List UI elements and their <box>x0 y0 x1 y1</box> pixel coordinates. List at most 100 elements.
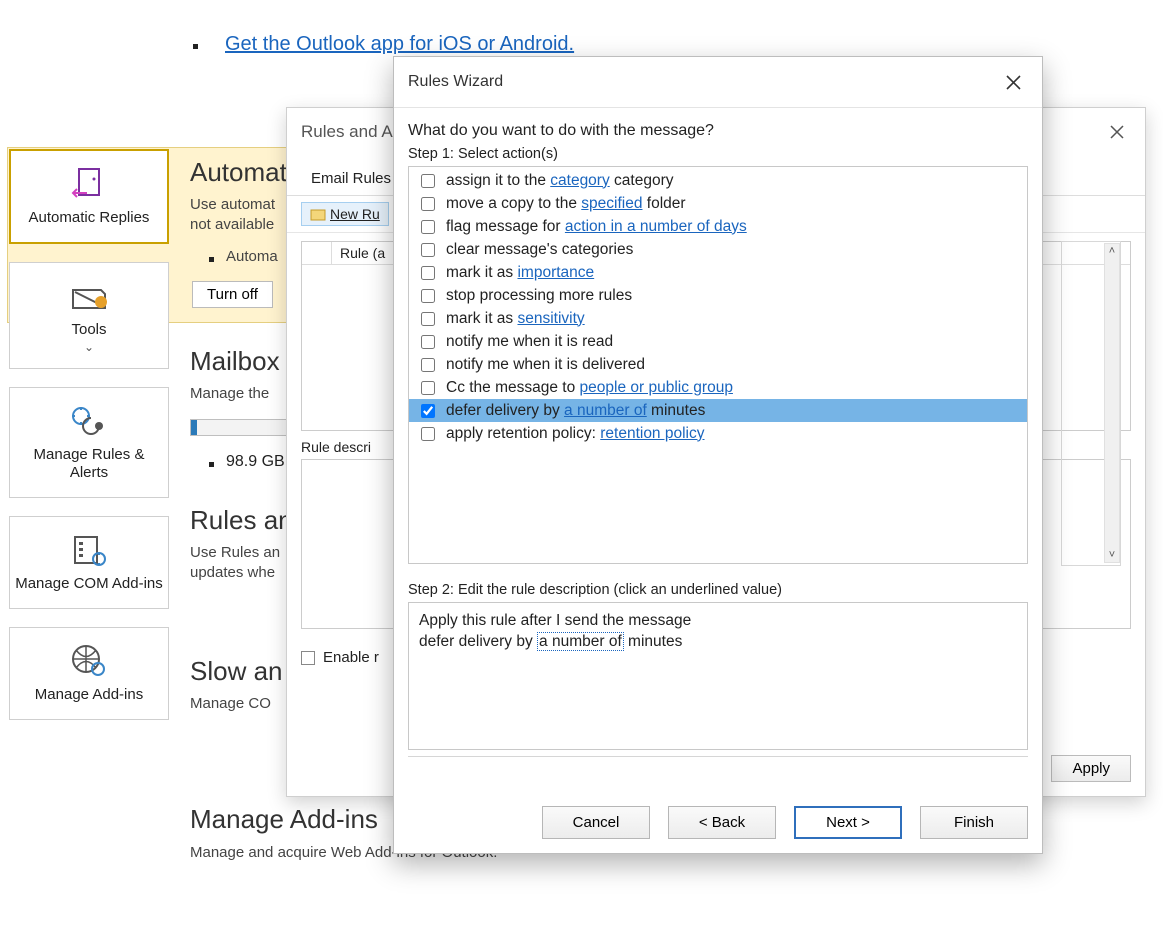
action-link[interactable]: specified <box>581 195 642 212</box>
action-checkbox[interactable] <box>421 220 435 234</box>
section-heading-addins: Manage Add-ins <box>190 804 378 835</box>
card-tools[interactable]: Tools ⌄ <box>9 262 169 369</box>
folder-icon <box>310 207 326 221</box>
action-checkbox[interactable] <box>421 358 435 372</box>
enable-label: Enable r <box>323 649 379 666</box>
action-text: notify me when it is read <box>446 333 613 351</box>
finish-button[interactable]: Finish <box>920 806 1028 839</box>
action-checkbox[interactable] <box>421 243 435 257</box>
action-checkbox[interactable] <box>421 427 435 441</box>
action-text: mark it as importance <box>446 264 594 282</box>
action-row-6[interactable]: mark it as sensitivity <box>409 307 1027 330</box>
col-checkbox <box>302 242 332 264</box>
action-checkbox[interactable] <box>421 197 435 211</box>
close-icon[interactable] <box>998 67 1028 97</box>
action-link[interactable]: people or public group <box>580 379 733 396</box>
card-manage-com[interactable]: Manage COM Add-ins <box>9 516 169 609</box>
card-label: Manage COM Add-ins <box>14 575 164 594</box>
action-row-1[interactable]: move a copy to the specified folder <box>409 192 1027 215</box>
next-button[interactable]: Next > <box>794 806 902 839</box>
automatic-replies-icon <box>15 165 163 203</box>
action-checkbox[interactable] <box>421 404 435 418</box>
rules-wizard-window: Rules Wizard What do you want to do with… <box>393 56 1043 854</box>
bullet-icon <box>209 257 214 262</box>
outlook-app-link[interactable]: Get the Outlook app for iOS or Android. <box>225 33 574 56</box>
manage-rules-icon <box>14 402 164 440</box>
section-heading-mailbox: Mailbox <box>190 346 280 377</box>
action-row-2[interactable]: flag message for action in a number of d… <box>409 215 1027 238</box>
action-checkbox[interactable] <box>421 381 435 395</box>
action-text: clear message's categories <box>446 241 633 259</box>
action-row-0[interactable]: assign it to the category category <box>409 169 1027 192</box>
bullet-icon <box>193 44 198 49</box>
enable-checkbox[interactable] <box>301 651 315 665</box>
step2-label: Step 2: Edit the rule description (click… <box>408 582 1028 598</box>
close-icon[interactable] <box>1103 118 1131 146</box>
scrollbar[interactable]: ˄ ˅ <box>1104 243 1120 563</box>
action-text: Cc the message to people or public group <box>446 379 733 397</box>
action-link[interactable]: retention policy <box>600 425 704 442</box>
action-row-3[interactable]: clear message's categories <box>409 238 1027 261</box>
action-text: stop processing more rules <box>446 287 632 305</box>
action-row-10[interactable]: defer delivery by a number of minutes <box>409 399 1027 422</box>
action-text: defer delivery by a number of minutes <box>446 402 705 420</box>
manage-addins-icon <box>14 642 164 680</box>
tab-email-rules[interactable]: Email Rules <box>301 164 401 195</box>
cancel-button[interactable]: Cancel <box>542 806 650 839</box>
action-link[interactable]: a number of <box>564 402 647 419</box>
action-checkbox[interactable] <box>421 312 435 326</box>
actions-list[interactable]: assign it to the category category move a… <box>408 166 1028 564</box>
action-checkbox[interactable] <box>421 174 435 188</box>
section-desc: Manage the <box>190 384 269 404</box>
card-automatic-replies[interactable]: Automatic Replies <box>9 149 169 244</box>
apply-button[interactable]: Apply <box>1051 755 1131 782</box>
wizard-question: What do you want to do with the message? <box>408 122 1028 140</box>
new-rule-button[interactable]: New Ru <box>301 202 389 226</box>
section-desc: Manage CO <box>190 694 271 714</box>
desc-link-number[interactable]: a number of <box>537 632 624 651</box>
action-row-4[interactable]: mark it as importance <box>409 261 1027 284</box>
section-heading-slow: Slow an <box>190 656 283 687</box>
card-label: Automatic Replies <box>15 209 163 228</box>
action-checkbox[interactable] <box>421 335 435 349</box>
action-row-11[interactable]: apply retention policy: retention policy <box>409 422 1027 445</box>
back-button[interactable]: < Back <box>668 806 776 839</box>
action-text: apply retention policy: retention policy <box>446 425 705 443</box>
action-text: assign it to the category category <box>446 172 673 190</box>
scroll-up-icon[interactable]: ˄ <box>1105 244 1119 258</box>
tools-icon <box>14 277 164 315</box>
action-text: move a copy to the specified folder <box>446 195 686 213</box>
action-link[interactable]: importance <box>517 264 594 281</box>
chevron-down-icon: ⌄ <box>14 340 164 354</box>
action-link[interactable]: action in a number of days <box>565 218 747 235</box>
action-row-7[interactable]: notify me when it is read <box>409 330 1027 353</box>
section-desc: Use Rules anupdates whe <box>190 543 280 584</box>
wizard-title: Rules Wizard <box>408 73 503 91</box>
card-label: Manage Rules & Alerts <box>14 446 164 484</box>
section-heading-auto: Automat <box>190 157 287 188</box>
auto-bullet-text: Automa <box>226 247 278 267</box>
rules-alerts-title: Rules and A <box>301 122 393 142</box>
bullet-icon <box>209 462 214 467</box>
turn-off-button[interactable]: Turn off <box>192 281 273 308</box>
scroll-down-icon[interactable]: ˅ <box>1105 548 1119 562</box>
action-link[interactable]: category <box>550 172 609 189</box>
action-row-5[interactable]: stop processing more rules <box>409 284 1027 307</box>
section-heading-rules: Rules an <box>190 505 293 536</box>
action-row-9[interactable]: Cc the message to people or public group <box>409 376 1027 399</box>
manage-com-icon <box>14 531 164 569</box>
desc-line-2: defer delivery by a number of minutes <box>419 632 1017 653</box>
storage-text: 98.9 GB <box>226 453 285 471</box>
action-row-8[interactable]: notify me when it is delivered <box>409 353 1027 376</box>
action-checkbox[interactable] <box>421 289 435 303</box>
rule-description-editor[interactable]: Apply this rule after I send the message… <box>408 602 1028 750</box>
card-manage-addins[interactable]: Manage Add-ins <box>9 627 169 720</box>
action-text: notify me when it is delivered <box>446 356 645 374</box>
card-manage-rules[interactable]: Manage Rules & Alerts <box>9 387 169 499</box>
action-link[interactable]: sensitivity <box>517 310 584 327</box>
action-checkbox[interactable] <box>421 266 435 280</box>
step1-label: Step 1: Select action(s) <box>408 146 1028 162</box>
card-label: Tools <box>14 321 164 340</box>
section-desc: Use automatnot available <box>190 195 275 236</box>
action-text: mark it as sensitivity <box>446 310 585 328</box>
